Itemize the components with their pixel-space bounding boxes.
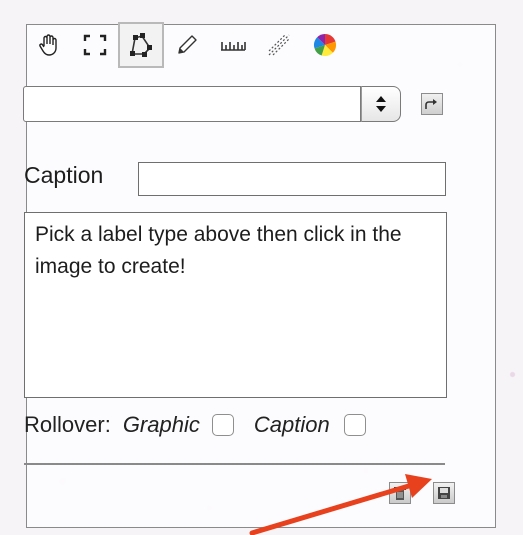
caption-checkbox[interactable] <box>343 414 366 436</box>
save-icon <box>438 487 450 499</box>
graphic-checkbox[interactable] <box>211 414 234 436</box>
caption-rollover-label: Caption <box>253 412 330 437</box>
ruler-icon <box>221 42 246 51</box>
redo-arrow-icon <box>425 99 437 109</box>
color-wheel-icon <box>313 33 337 57</box>
rectangle-select-icon <box>83 34 107 56</box>
rectangle-select-button[interactable] <box>72 22 118 68</box>
apply-label-type-button[interactable] <box>421 93 443 115</box>
tool-palette <box>26 22 348 68</box>
ruler-tool-button[interactable] <box>210 22 256 68</box>
label-type-select[interactable] <box>23 86 361 122</box>
graphic-label: Graphic <box>122 412 200 437</box>
polygon-tool-button[interactable] <box>118 22 164 68</box>
label-type-row <box>23 86 447 124</box>
label-type-select-arrows[interactable] <box>361 86 401 122</box>
instructions-textarea[interactable]: Pick a label type above then click in th… <box>24 212 447 398</box>
updown-arrows-icon <box>376 96 386 112</box>
line-tool-icon <box>268 34 290 56</box>
save-button[interactable] <box>433 482 455 504</box>
trash-icon <box>394 487 406 500</box>
pencil-tool-button[interactable] <box>164 22 210 68</box>
caption-input[interactable] <box>138 162 446 196</box>
hand-icon <box>39 34 57 56</box>
hand-tool-button[interactable] <box>26 22 72 68</box>
pencil-icon <box>178 35 197 54</box>
polygon-icon <box>130 33 152 57</box>
caption-label: Caption <box>24 162 104 188</box>
footer-divider <box>24 463 445 465</box>
color-tool-button[interactable] <box>302 22 348 68</box>
delete-button[interactable] <box>389 482 411 504</box>
rollover-options: Rollover: Graphic Caption <box>24 410 366 440</box>
line-tool-button[interactable] <box>256 22 302 68</box>
rollover-label: Rollover: <box>24 412 111 437</box>
